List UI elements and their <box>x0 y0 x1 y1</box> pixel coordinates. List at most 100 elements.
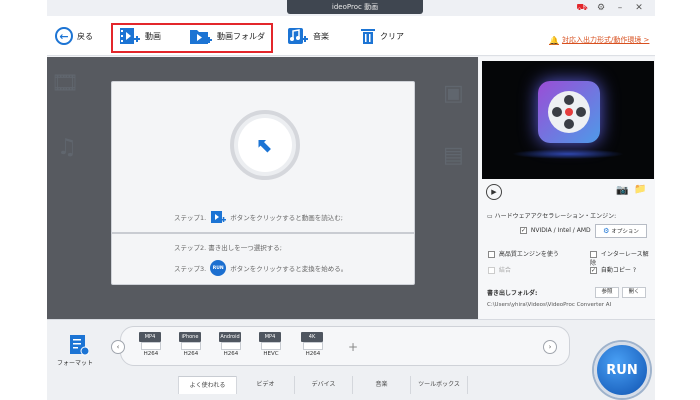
support-link[interactable]: 🔔 対応入出力形式/動作環境 > <box>549 35 649 45</box>
tab-video[interactable]: ビデオ <box>236 376 294 394</box>
format-codec: HEVC <box>263 351 279 357</box>
option-label: オプション <box>611 229 639 235</box>
open-button[interactable]: 開く <box>622 287 646 298</box>
camera-deco-icon: ▣ <box>443 81 464 106</box>
format-codec: H264 <box>143 351 159 357</box>
step1-row: ステップ1. ボタンをクリックすると動画を読込む; <box>174 210 343 224</box>
video-add-small-icon <box>211 211 227 223</box>
run-button[interactable]: RUN <box>594 342 650 398</box>
hq-engine-checkbox[interactable]: 高品質エンジンを使う <box>488 249 559 258</box>
hw-title: ハードウェアアクセラレーション・エンジン: <box>494 213 617 220</box>
add-format-icon[interactable]: + <box>348 340 358 354</box>
auto-copy-checkbox[interactable]: ✓ 自動コピー ? <box>590 265 636 274</box>
video-preview <box>482 61 654 179</box>
format-codec: H264 <box>223 351 239 357</box>
gpu-icon: ▭ <box>487 213 493 220</box>
step2-text: ステップ2. 書き出しを一つ選択する; <box>174 244 282 252</box>
right-panel: ▶ 📷 📁 ▭ ハードウェアアクセラレーション・エンジン: ✓ NVIDIA /… <box>479 57 655 319</box>
highlight-box <box>111 23 273 53</box>
tab-music[interactable]: 音楽 <box>352 376 410 394</box>
trash-icon <box>361 29 375 44</box>
back-label: 戻る <box>77 31 93 41</box>
title-bar: ideoProc 動画 ⛟ ⚙ – ✕ <box>47 0 655 16</box>
output-folder-section: 書き出しフォルダ: 参照 開く C:\Users\yhira\Videos\Vi… <box>482 287 654 317</box>
format-item[interactable]: MP4 HEVC <box>259 332 285 360</box>
auto-copy-label: 自動コピー ? <box>600 267 637 274</box>
add-music-button[interactable]: 音楽 <box>287 23 329 49</box>
checkbox-icon <box>488 251 495 258</box>
close-icon[interactable]: ✕ <box>633 2 645 14</box>
clear-button[interactable]: クリア <box>360 23 404 49</box>
format-item[interactable]: iPhone H264 <box>179 332 205 360</box>
music-label: 音楽 <box>313 31 329 41</box>
checkbox-icon <box>590 251 597 258</box>
merge-checkbox[interactable]: 結合 <box>488 265 511 274</box>
format-label: フォーマット <box>57 360 94 367</box>
clear-label: クリア <box>380 31 404 41</box>
format-page-icon <box>261 342 281 350</box>
merge-label: 結合 <box>498 267 511 274</box>
option-button[interactable]: ⚙ オプション <box>595 224 647 238</box>
bottom-bar: フォーマット ‹ › MP4 H264 iPhone H264 Android … <box>47 319 655 400</box>
hardware-accel-panel: ▭ ハードウェアアクセラレーション・エンジン: ✓ NVIDIA / Intel… <box>482 207 654 293</box>
nvidia-checkbox[interactable]: ✓ NVIDIA / Intel / AMD <box>520 227 591 234</box>
window-title: ideoProc 動画 <box>287 0 423 14</box>
drop-zone[interactable]: ⬉ ステップ1. ボタンをクリックすると動画を読込む; ステップ2. 書き出しを… <box>111 81 415 285</box>
format-page-icon <box>221 342 241 350</box>
back-button[interactable]: ← 戻る <box>55 23 93 49</box>
format-page-icon <box>303 342 323 350</box>
checkbox-checked-icon: ✓ <box>590 267 597 274</box>
run-small-icon: RUN <box>210 260 227 276</box>
step3-row: ステップ3. RUN ボタンをクリックすると変換を始める。 <box>174 260 347 276</box>
music-add-icon <box>288 28 308 44</box>
format-badge: 4K <box>301 332 323 342</box>
browse-button[interactable]: 参照 <box>595 287 619 298</box>
tab-device[interactable]: デバイス <box>294 376 352 394</box>
carousel-prev-button[interactable]: ‹ <box>111 340 125 354</box>
film-deco-icon: 🎞 <box>51 71 79 96</box>
format-badge: Android <box>219 332 241 342</box>
format-codec: H264 <box>183 351 199 357</box>
format-codec: H264 <box>305 351 321 357</box>
play-button[interactable]: ▶ <box>486 184 502 200</box>
open-folder-icon[interactable]: 📁 <box>634 184 646 195</box>
step1-text: ボタンをクリックすると動画を読込む; <box>230 214 343 222</box>
step3-text: ボタンをクリックすると変換を始める。 <box>230 265 348 273</box>
drop-ring: ⬉ <box>230 110 300 180</box>
minimize-icon[interactable]: – <box>614 2 626 14</box>
work-area: 🎞 ♫ ▣ ▤ ⬉ ステップ1. ボタンをクリックすると動画を読込む; ステップ… <box>47 57 478 319</box>
format-badge: iPhone <box>179 332 201 342</box>
music-deco-icon: ♫ <box>57 135 77 160</box>
tab-popular[interactable]: よく使われる <box>178 376 236 394</box>
player-deco-icon: ▤ <box>443 143 464 168</box>
logo-glow <box>512 149 624 159</box>
tab-toolbox[interactable]: ツールボックス <box>410 376 468 394</box>
arrow-left-icon: ← <box>55 27 73 45</box>
format-icon[interactable] <box>69 334 89 356</box>
drop-zone-top: ⬉ ステップ1. ボタンをクリックすると動画を読込む; <box>112 82 414 234</box>
cart-icon[interactable]: ⛟ <box>576 2 588 14</box>
output-path: C:\Users\yhira\Videos\VideoProc Converte… <box>487 302 612 308</box>
output-folder-label: 書き出しフォルダ: <box>487 290 538 297</box>
gear-icon: ⚙ <box>603 227 610 235</box>
format-item[interactable]: MP4 H264 <box>139 332 165 360</box>
carousel-next-button[interactable]: › <box>543 340 557 354</box>
format-badge: MP4 <box>139 332 161 342</box>
arrow-up-left-icon: ⬉ <box>238 118 292 172</box>
film-reel-icon <box>548 91 590 133</box>
category-tabs: よく使われる ビデオ デバイス 音楽 ツールボックス <box>178 376 468 394</box>
bell-icon: 🔔 <box>549 35 559 45</box>
preview-controls: ▶ 📷 📁 <box>482 181 654 203</box>
format-item[interactable]: 4K H264 <box>301 332 327 360</box>
support-link-text: 対応入出力形式/動作環境 > <box>561 36 650 44</box>
videoproc-logo <box>538 81 600 143</box>
nvidia-label: NVIDIA / Intel / AMD <box>530 227 591 234</box>
format-page-icon <box>181 342 201 350</box>
step3-label: ステップ3. <box>174 265 207 273</box>
hq-engine-label: 高品質エンジンを使う <box>498 251 559 258</box>
settings-icon[interactable]: ⚙ <box>595 2 607 14</box>
format-item[interactable]: Android H264 <box>219 332 245 360</box>
snapshot-icon[interactable]: 📷 <box>616 185 628 196</box>
step1-label: ステップ1. <box>174 214 207 222</box>
checkbox-icon <box>488 267 495 274</box>
